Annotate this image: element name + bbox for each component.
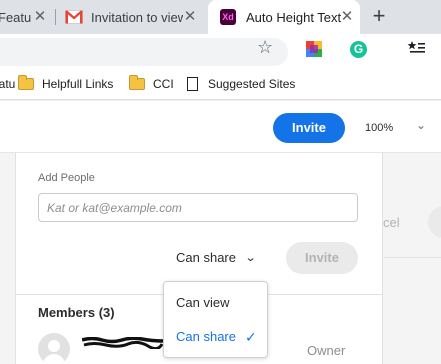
gmail-icon [65, 10, 83, 24]
email-input[interactable] [38, 193, 358, 222]
close-icon[interactable]: ✕ [32, 9, 48, 25]
permission-dropdown: Can view Can share ✓ [163, 281, 268, 358]
members-heading: Members (3) [38, 305, 115, 320]
background-cancel-text: cel [383, 215, 400, 230]
bookmark-item[interactable]: eatu [0, 77, 15, 91]
folder-icon [18, 75, 34, 90]
avatar [38, 333, 70, 364]
extension-colorful-icon[interactable] [306, 41, 322, 57]
bookmarks-bar: eatu Helpfull Links CCI Suggested Sites [0, 70, 441, 100]
address-bar[interactable] [0, 38, 288, 66]
avatar-head [48, 340, 60, 352]
zoom-level[interactable]: 100% [365, 122, 393, 134]
permission-select[interactable]: Can share ⌄ [176, 250, 257, 265]
chevron-down-icon[interactable]: ⌄ [416, 118, 426, 132]
tab-separator [55, 9, 56, 25]
redacted-member-name [81, 336, 165, 351]
divider [384, 257, 441, 258]
tab-invitation[interactable]: Invitation to view ✕ [58, 0, 204, 34]
member-role: Owner [307, 343, 346, 358]
grammarly-icon[interactable]: G [350, 41, 367, 58]
xd-icon: Xd [220, 9, 236, 25]
new-tab-button[interactable]: + [368, 5, 390, 27]
tab-title: Auto Height Text [246, 9, 342, 25]
avatar-body [43, 354, 65, 364]
tab-strip: Featu ✕ Invitation to view ✕ Xd Auto Hei… [0, 0, 441, 34]
bookmark-label: eatu [0, 77, 16, 91]
app-header: Invite 100% ⌄ [0, 101, 441, 153]
checkmark-icon: ✓ [245, 329, 257, 345]
option-can-share[interactable]: Can share ✓ [164, 322, 267, 352]
option-label: Can share [176, 329, 236, 344]
dialog-invite-button[interactable]: Invite [286, 242, 358, 274]
browser-toolbar [0, 34, 441, 70]
tab-title: Featu [0, 9, 32, 25]
bookmark-suggested-sites[interactable]: Suggested Sites [187, 77, 295, 91]
tab-auto-height-text[interactable]: Xd Auto Height Text ✕ [208, 0, 360, 34]
chevron-down-icon: ⌄ [244, 252, 257, 264]
tab-title: Invitation to view [91, 9, 183, 25]
reading-list-icon[interactable] [407, 40, 425, 61]
page-icon [187, 77, 198, 91]
permission-select-value: Can share [176, 250, 236, 265]
bookmark-label: Suggested Sites [208, 77, 296, 91]
bookmark-label: Helpfull Links [42, 77, 114, 91]
folder-icon [129, 75, 145, 90]
bookmark-folder-cci[interactable]: CCI [129, 75, 174, 91]
add-people-label: Add People [38, 172, 95, 184]
bookmark-star-icon[interactable]: ☆ [257, 37, 273, 58]
tab-featured[interactable]: Featu ✕ [0, 0, 52, 34]
browser-window: Featu ✕ Invitation to view ✕ Xd Auto Hei… [0, 0, 441, 364]
option-label: Can view [176, 295, 230, 310]
bookmark-folder-helpfull-links[interactable]: Helpfull Links [18, 75, 114, 91]
option-can-view[interactable]: Can view [164, 288, 267, 318]
close-icon[interactable]: ✕ [339, 9, 355, 25]
invite-button[interactable]: Invite [273, 113, 345, 143]
close-icon[interactable]: ✕ [182, 9, 198, 25]
bookmark-label: CCI [153, 77, 174, 91]
